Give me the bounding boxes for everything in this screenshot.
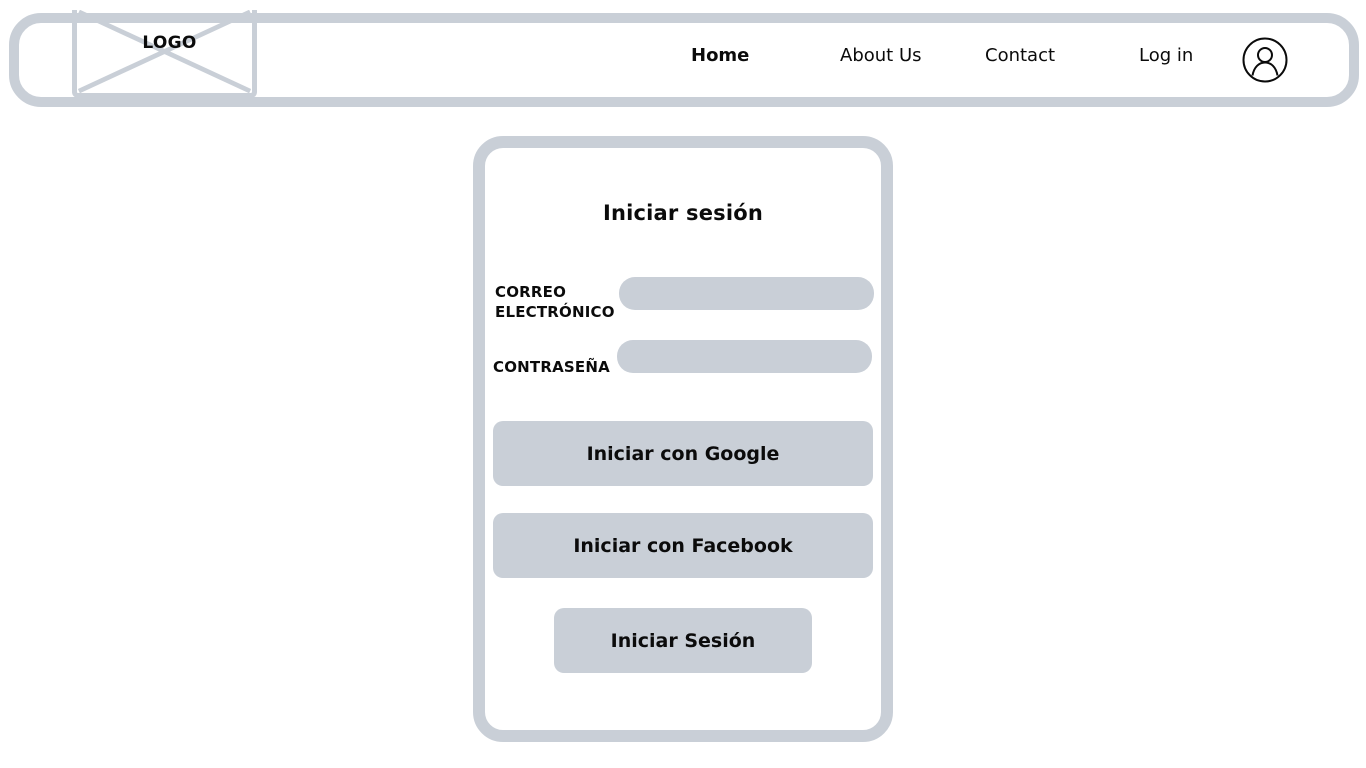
nav-contact-link[interactable]: Contact bbox=[985, 45, 1055, 66]
submit-login-button[interactable]: Iniciar Sesión bbox=[554, 608, 812, 673]
nav-login-link[interactable]: Log in bbox=[1139, 45, 1193, 66]
login-card: Iniciar sesión CORREO ELECTRÓNICO CONTRA… bbox=[473, 136, 893, 742]
email-label: CORREO ELECTRÓNICO bbox=[495, 283, 615, 321]
nav-about-link[interactable]: About Us bbox=[840, 45, 922, 66]
email-field[interactable] bbox=[619, 277, 874, 310]
top-navbar: LOGO Home About Us Contact Log in bbox=[9, 10, 1359, 107]
logo[interactable]: LOGO bbox=[72, 10, 257, 98]
nav-home-link[interactable]: Home bbox=[691, 45, 749, 66]
google-login-button[interactable]: Iniciar con Google bbox=[493, 421, 873, 486]
login-title: Iniciar sesión bbox=[602, 201, 764, 225]
facebook-login-button[interactable]: Iniciar con Facebook bbox=[493, 513, 873, 578]
password-label: CONTRASEÑA bbox=[493, 358, 610, 376]
password-field[interactable] bbox=[617, 340, 872, 373]
user-profile-icon[interactable] bbox=[1242, 37, 1288, 83]
logo-text: LOGO bbox=[142, 33, 197, 53]
